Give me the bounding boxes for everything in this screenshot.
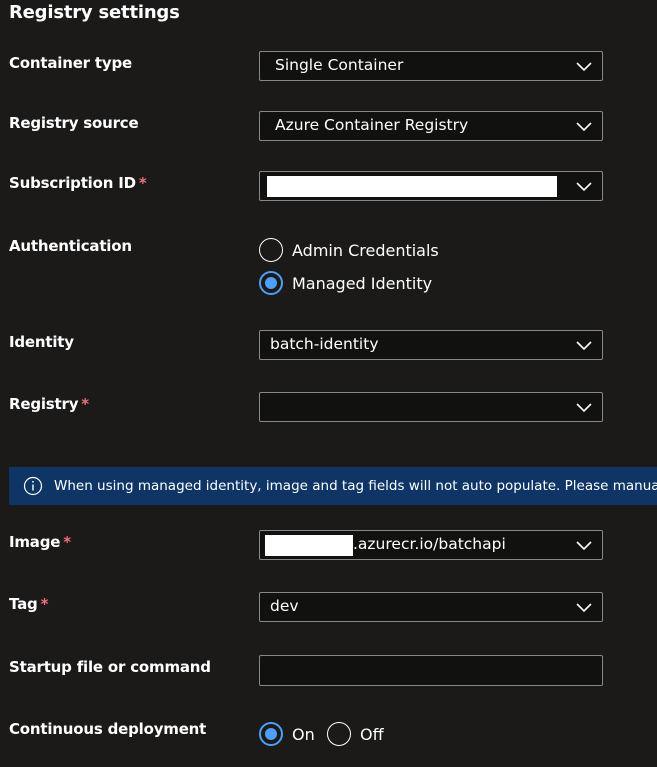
container-type-label: Container type [9,54,132,72]
container-type-value: Single Container [275,56,404,74]
redacted-registry-name [265,535,353,556]
identity-value: batch-identity [270,335,379,353]
radio-cd-off[interactable]: Off [327,721,384,747]
startup-label-text: Startup file or command [9,658,211,676]
subscription-id-label-text: Subscription ID [9,174,136,192]
image-label: Image * [9,533,71,551]
radio-dot [265,277,277,289]
registry-label: Registry * [9,395,89,413]
radio-dot [265,728,277,740]
tag-label-text: Tag [9,595,38,613]
radio-unchecked-icon[interactable] [259,238,283,262]
continuous-deployment-label-text: Continuous deployment [9,720,207,738]
identity-label: Identity [9,333,74,351]
radio-admin-credentials[interactable]: Admin Credentials [259,237,439,263]
radio-admin-credentials-label: Admin Credentials [292,240,439,260]
section-title: Registry settings [9,2,180,23]
container-type-dropdown[interactable]: Single Container [259,51,603,81]
registry-source-dropdown[interactable]: Azure Container Registry [259,111,603,141]
info-banner-text: When using managed identity, image and t… [54,478,657,494]
chevron-down-icon [576,122,592,132]
required-indicator: * [138,174,147,192]
redacted-subscription [267,176,557,197]
image-value: .azurecr.io/batchapi [353,535,506,553]
chevron-down-icon [576,541,592,551]
continuous-deployment-label: Continuous deployment [9,720,206,738]
identity-dropdown[interactable]: batch-identity [259,330,603,360]
tag-value: dev [270,597,299,615]
registry-source-label: Registry source [9,114,139,132]
startup-command-input[interactable] [259,655,603,686]
image-dropdown[interactable]: .azurecr.io/batchapi [259,530,603,560]
registry-source-value: Azure Container Registry [275,116,469,134]
radio-cd-off-label: Off [360,724,384,744]
container-type-label-text: Container type [9,54,132,72]
chevron-down-icon [576,62,592,72]
radio-cd-on-label: On [292,724,315,744]
registry-source-label-text: Registry source [9,114,139,132]
chevron-down-icon [576,403,592,413]
required-indicator: * [81,395,89,413]
authentication-label-text: Authentication [9,237,132,255]
radio-managed-identity[interactable]: Managed Identity [259,270,432,296]
chevron-down-icon [576,603,592,613]
radio-checked-icon[interactable] [259,722,283,746]
identity-label-text: Identity [9,333,74,351]
registry-label-text: Registry [9,395,79,413]
authentication-label: Authentication [9,237,132,255]
info-banner: When using managed identity, image and t… [9,467,657,505]
info-icon [23,476,43,496]
subscription-id-dropdown[interactable] [259,171,603,201]
radio-checked-icon[interactable] [259,271,283,295]
image-label-text: Image [9,533,61,551]
chevron-down-icon [576,341,592,351]
radio-managed-identity-label: Managed Identity [292,273,433,293]
required-indicator: * [63,533,71,551]
chevron-down-icon [576,182,592,192]
tag-label: Tag * [9,595,48,613]
radio-unchecked-icon[interactable] [327,722,351,746]
subscription-id-label: Subscription ID * [9,174,147,192]
tag-dropdown[interactable]: dev [259,592,603,622]
startup-label: Startup file or command [9,658,211,676]
required-indicator: * [40,595,49,613]
registry-dropdown[interactable] [259,392,603,422]
radio-cd-on[interactable]: On [259,721,315,747]
